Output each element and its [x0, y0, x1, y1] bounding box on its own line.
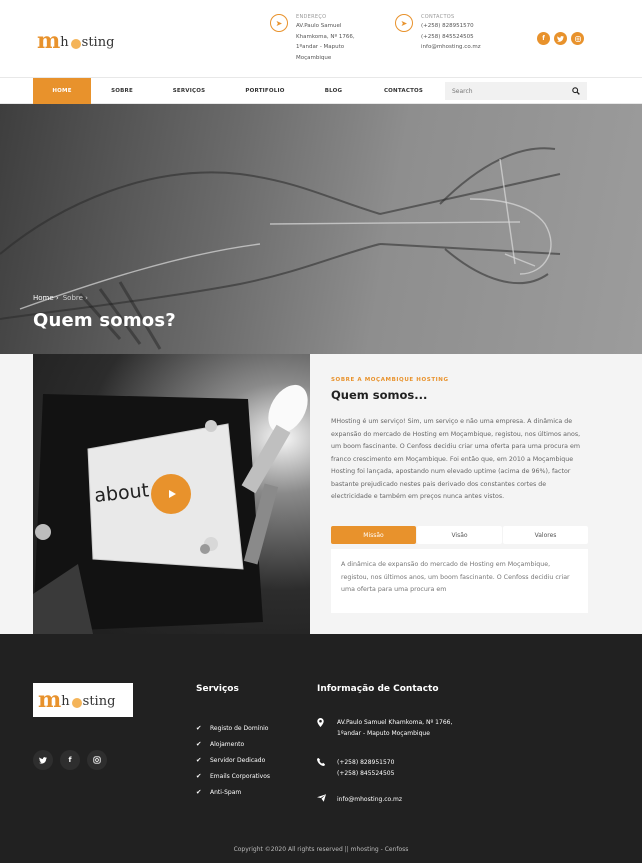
nav-servicos[interactable]: SERVIÇOS	[153, 78, 225, 104]
logo-h: h	[60, 35, 69, 50]
service-link[interactable]: ✔ Registo de Domínio	[196, 720, 270, 736]
top-header: m h sting ➤ ENDEREÇO AV.Paulo Samuel Kha…	[0, 0, 642, 77]
logo-rest: sting	[82, 694, 116, 709]
search-input[interactable]	[445, 87, 567, 95]
instagram-icon[interactable]	[87, 750, 107, 770]
contact-address-text: AV.Paulo Samuel Khamkoma, Nº 1766, 1ºand…	[337, 719, 453, 737]
play-icon	[168, 490, 176, 498]
nav-portifolio[interactable]: PORTIFOLIO	[225, 78, 305, 104]
tab-valores[interactable]: Valores	[503, 526, 588, 544]
logo-dot	[70, 39, 81, 49]
facebook-icon[interactable]: f	[537, 32, 550, 45]
header-social-links: f	[537, 32, 584, 45]
tab-panel-content: A dinâmica de expansão do mercado de Hos…	[331, 549, 588, 613]
contact-phone-text: (+258) 828951570 (+258) 845524505	[337, 759, 395, 777]
nav-sobre[interactable]: SOBRE	[91, 78, 153, 104]
footer-logo[interactable]: m h sting	[33, 683, 133, 717]
address-info: ➤ ENDEREÇO AV.Paulo Samuel Khamkoma, Nº …	[270, 13, 355, 63]
twitter-icon[interactable]	[554, 32, 567, 45]
about-section: about SOBRE A MOÇAMBIQUE HOSTING Quem so…	[0, 354, 642, 634]
page-title: Quem somos?	[33, 310, 176, 331]
search-box	[445, 82, 587, 100]
about-title: Quem somos...	[331, 388, 428, 402]
send-icon	[317, 794, 329, 804]
tab-visao[interactable]: Visão	[417, 526, 502, 544]
logo-rest: sting	[81, 35, 115, 50]
breadcrumb: Home › Sobre ›	[33, 294, 88, 302]
about-tabs: Missão Visão Valores	[331, 526, 588, 544]
section-eyebrow: SOBRE A MOÇAMBIQUE HOSTING	[331, 377, 449, 383]
site-logo[interactable]: m h sting	[37, 30, 114, 52]
main-menu: HOME SOBRE SERVIÇOS PORTIFOLIO BLOG CONT…	[33, 78, 445, 104]
address-line: AV.Paulo Samuel	[296, 23, 342, 29]
twitter-icon[interactable]	[33, 750, 53, 770]
about-description: MHosting é um serviço! Sim, um serviço e…	[331, 418, 581, 500]
check-icon: ✔	[196, 740, 202, 748]
footer-social-links: f	[33, 750, 107, 770]
address-line: 1ºandar - Maputo	[296, 44, 345, 50]
check-icon: ✔	[196, 772, 202, 780]
check-icon: ✔	[196, 788, 202, 796]
check-icon: ✔	[196, 724, 202, 732]
phone-line: (+258) 828951570	[421, 23, 474, 29]
play-video-button[interactable]	[151, 474, 191, 514]
contact-info-heading: Informação de Contacto	[317, 684, 439, 694]
page-hero: Home › Sobre › Quem somos?	[0, 104, 642, 354]
contact-email-link[interactable]: info@mhosting.co.mz	[337, 795, 457, 806]
service-link[interactable]: ✔ Alojamento	[196, 736, 270, 752]
breadcrumb-current: Sobre ›	[62, 294, 88, 302]
instagram-icon[interactable]	[571, 32, 584, 45]
nav-home[interactable]: HOME	[33, 78, 91, 104]
about-video-thumbnail: about	[33, 354, 310, 634]
logo-m: m	[37, 28, 61, 54]
address-line: Khamkoma, Nº 1766,	[296, 33, 355, 40]
nav-blog[interactable]: BLOG	[305, 78, 362, 104]
service-link[interactable]: ✔ Anti-Spam	[196, 784, 270, 800]
site-footer: m h sting f Serviços ✔ Registo de Domínio…	[0, 634, 642, 863]
email-line[interactable]: info@mhosting.co.mz	[421, 42, 481, 53]
logo-h: h	[61, 694, 70, 709]
copyright-text: Copyright ©2020 All rights reserved || m…	[233, 846, 409, 853]
nav-contactos[interactable]: CONTACTOS	[362, 78, 445, 104]
check-icon: ✔	[196, 756, 202, 764]
service-link[interactable]: ✔ Servidor Dedicado	[196, 752, 270, 768]
logo-m: m	[38, 687, 62, 713]
location-arrow-icon: ➤	[395, 14, 413, 32]
services-list: ✔ Registo de Domínio ✔ Alojamento ✔ Servido…	[196, 720, 270, 800]
map-marker-icon	[317, 718, 329, 729]
address-line: Moçambique	[296, 54, 332, 61]
service-link[interactable]: ✔ Emails Corporativos	[196, 768, 270, 784]
location-arrow-icon: ➤	[270, 14, 288, 32]
contacts-label: CONTACTOS	[421, 14, 455, 20]
services-heading: Serviços	[196, 684, 239, 694]
logo-dot	[71, 698, 82, 708]
breadcrumb-home[interactable]: Home ›	[33, 294, 59, 302]
main-navbar: HOME SOBRE SERVIÇOS PORTIFOLIO BLOG CONT…	[0, 77, 642, 104]
search-icon[interactable]	[567, 82, 585, 100]
tab-missao[interactable]: Missão	[331, 526, 416, 544]
contacts-info: ➤ CONTACTOS (+258) 828951570 (+258) 8455…	[395, 13, 481, 53]
address-label: ENDEREÇO	[296, 14, 327, 20]
phone-line: (+258) 845524505	[421, 33, 474, 40]
facebook-icon[interactable]: f	[60, 750, 80, 770]
phone-icon	[317, 758, 329, 768]
